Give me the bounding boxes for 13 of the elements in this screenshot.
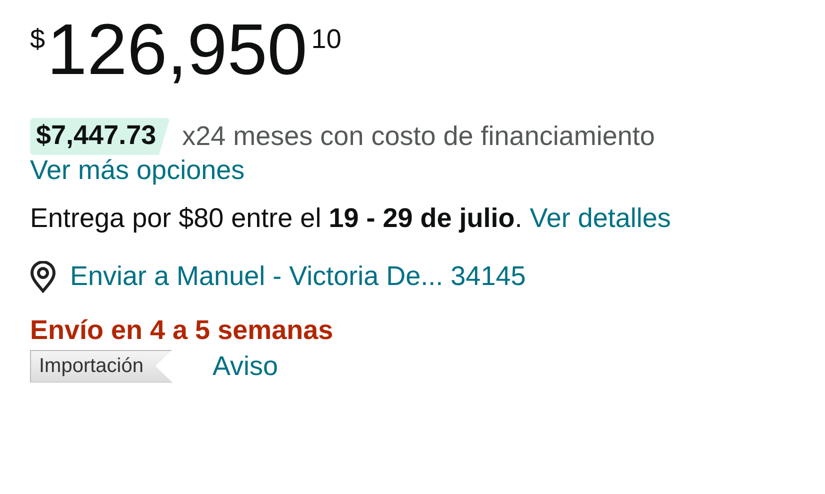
price-cents: 10 [311, 26, 342, 53]
price: 126,950 [47, 14, 308, 86]
ship-to-link[interactable]: Enviar a Manuel - Victoria De... 34145 [70, 261, 526, 292]
notice-link[interactable]: Aviso [212, 350, 278, 382]
more-options-link[interactable]: Ver más opciones [30, 155, 245, 186]
import-badge: Importación [30, 350, 172, 382]
location-pin-icon [30, 260, 56, 292]
shipping-time: Envío en 4 a 5 semanas [30, 314, 334, 346]
details-link[interactable]: Ver detalles [530, 203, 671, 233]
currency-symbol: $ [30, 26, 46, 53]
installment-terms: x24 meses con costo de financiamiento [182, 121, 655, 152]
delivery-text: Entrega por $80 entre el 19 - 29 de julio. Ver detalles [30, 202, 672, 235]
installment-amount: $7,447.73 [30, 118, 170, 155]
